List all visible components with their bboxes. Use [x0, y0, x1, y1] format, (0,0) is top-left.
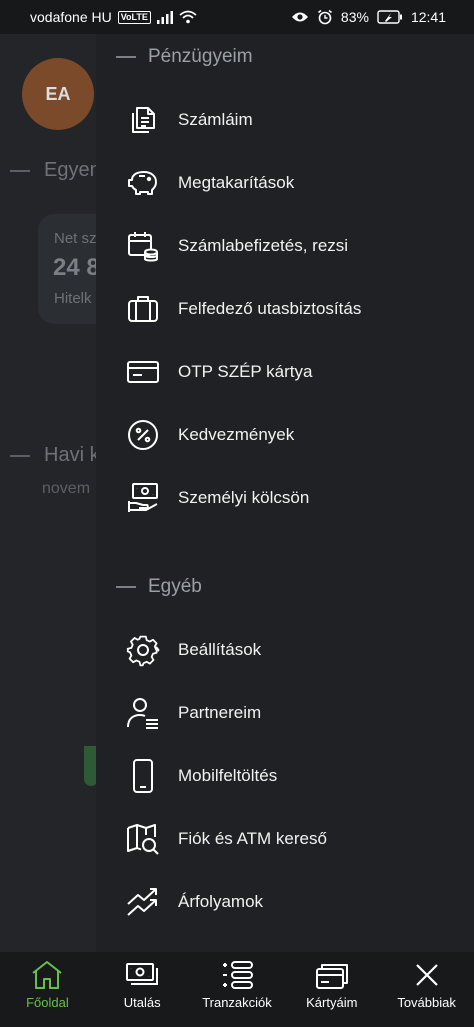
trend-icon [126, 885, 160, 919]
section-header-other: Egyéb [116, 576, 202, 598]
battery-icon [377, 10, 403, 24]
menu-item-branch-atm-finder[interactable]: Fiók és ATM kereső [126, 814, 456, 864]
suitcase-icon [126, 292, 160, 326]
side-drawer: Pénzügyeim Számláim Megtakarítások Száml… [96, 34, 474, 952]
card-icon [126, 355, 160, 389]
clock: 12:41 [410, 9, 446, 25]
volte-badge: VoLTE [117, 10, 151, 24]
balance-section-label: Egyen [44, 159, 101, 181]
list-icon [220, 958, 254, 992]
calendar-coins-icon [126, 229, 160, 263]
person-list-icon [126, 696, 160, 730]
section-title-finances: Pénzügyeim [148, 46, 253, 67]
menu-item-label: Kedvezmények [178, 425, 295, 444]
balance-card-amount: 24 8 [53, 254, 100, 281]
home-icon [31, 958, 63, 992]
menu-item-discounts[interactable]: Kedvezmények [126, 410, 456, 460]
menu-item-label: Beállítások [178, 640, 262, 659]
balance-card-label: Net sz [54, 230, 97, 247]
section-header-finances: Pénzügyeim [116, 46, 253, 68]
menu-item-label: Személyi kölcsön [178, 488, 310, 507]
cash-hand-icon [126, 481, 160, 515]
phone-icon [126, 759, 160, 793]
menu-item-mobile-topup[interactable]: Mobilfeltöltés [126, 751, 456, 801]
menu-item-bill-payment[interactable]: Számlabefizetés, rezsi [126, 221, 456, 271]
menu-item-exchange-rates[interactable]: Árfolyamok [126, 877, 456, 927]
section-dash [116, 586, 136, 588]
menu-item-label: Fiók és ATM kereső [178, 829, 327, 848]
section-dash [10, 169, 30, 172]
bottom-navigation: Főoldal Utalás Tranzakciók Kártyáim Tová… [0, 952, 474, 1027]
nav-label: Tranzakciók [202, 995, 272, 1010]
map-search-icon [126, 822, 160, 856]
nav-more[interactable]: Továbbiak [379, 952, 474, 1027]
nav-transfer[interactable]: Utalás [95, 952, 190, 1027]
status-bar: vodafone HU VoLTE 83% 12:41 [0, 0, 474, 34]
carrier-name: vodafone HU [30, 9, 112, 25]
document-icon [126, 103, 160, 137]
menu-item-label: OTP SZÉP kártya [178, 362, 313, 381]
eye-icon [291, 11, 309, 23]
menu-item-accounts[interactable]: Számláim [126, 95, 456, 145]
alarm-icon [317, 9, 333, 25]
money-icon [125, 958, 159, 992]
menu-item-label: Számlabefizetés, rezsi [178, 236, 349, 255]
menu-item-travel-insurance[interactable]: Felfedező utasbiztosítás [126, 284, 456, 334]
nav-label: Továbbiak [397, 995, 456, 1010]
menu-item-settings[interactable]: Beállítások [126, 625, 456, 675]
menu-item-label: Árfolyamok [178, 892, 264, 911]
battery-percent: 83% [340, 9, 369, 25]
gear-icon [126, 633, 160, 667]
balance-section-title: Egyen [10, 159, 101, 182]
menu-item-label: Számláim [178, 110, 253, 129]
menu-item-savings[interactable]: Megtakarítások [126, 158, 456, 208]
balance-card-sub: Hitelk [54, 290, 92, 307]
section-dash [10, 454, 30, 457]
nav-label: Főoldal [26, 995, 69, 1010]
nav-label: Kártyáim [306, 995, 358, 1010]
monthly-section-subtitle: novem [42, 480, 91, 497]
percent-icon [126, 418, 160, 452]
piggy-bank-icon [126, 166, 160, 200]
section-dash [116, 56, 136, 58]
menu-item-label: Felfedező utasbiztosítás [178, 299, 362, 318]
menu-item-personal-loan[interactable]: Személyi kölcsön [126, 473, 456, 523]
nav-cards[interactable]: Kártyáim [284, 952, 379, 1027]
cards-icon [315, 958, 349, 992]
wifi-icon [179, 10, 197, 24]
menu-item-label: Megtakarítások [178, 173, 295, 192]
monthly-section-label: Havi k [44, 444, 100, 466]
nav-label: Utalás [123, 995, 161, 1010]
close-icon [414, 958, 440, 992]
menu-item-szep-card[interactable]: OTP SZÉP kártya [126, 347, 456, 397]
avatar[interactable]: EA [22, 58, 94, 130]
monthly-section-title: Havi k [10, 444, 100, 467]
signal-icon [156, 10, 173, 24]
menu-item-label: Mobilfeltöltés [178, 766, 278, 785]
nav-home[interactable]: Főoldal [0, 952, 95, 1027]
nav-transactions[interactable]: Tranzakciók [190, 952, 285, 1027]
section-title-other: Egyéb [148, 576, 202, 597]
menu-item-label: Partnereim [178, 703, 262, 722]
menu-item-partners[interactable]: Partnereim [126, 688, 456, 738]
